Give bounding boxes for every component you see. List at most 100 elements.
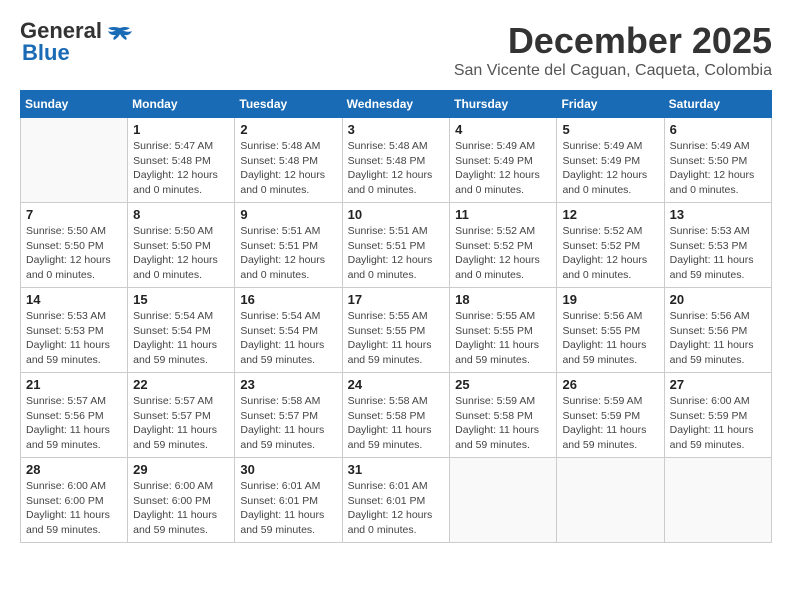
calendar-cell: 22 Sunrise: 5:57 AM Sunset: 5:57 PM Dayli…: [128, 373, 235, 458]
calendar-cell: 23Sunrise: 5:58 AM Sunset: 5:57 PM Dayli…: [235, 373, 342, 458]
day-info: Sunrise: 5:52 AM Sunset: 5:52 PM Dayligh…: [455, 224, 551, 283]
day-info: Sunrise: 6:00 AM Sunset: 5:59 PM Dayligh…: [670, 394, 766, 453]
calendar-cell: 8 Sunrise: 5:50 AM Sunset: 5:50 PM Daylig…: [128, 203, 235, 288]
week-row-2: 7 Sunrise: 5:50 AM Sunset: 5:50 PM Daylig…: [21, 203, 772, 288]
day-number: 7: [26, 207, 122, 222]
month-title: December 2025: [454, 20, 772, 62]
day-info: Sunrise: 5:49 AM Sunset: 5:49 PM Dayligh…: [455, 139, 551, 198]
day-info: Sunrise: 5:51 AM Sunset: 5:51 PM Dayligh…: [240, 224, 336, 283]
day-number: 8: [133, 207, 229, 222]
col-header-sunday: Sunday: [21, 91, 128, 118]
calendar-cell: 28 Sunrise: 6:00 AM Sunset: 6:00 PM Dayli…: [21, 458, 128, 543]
col-header-wednesday: Wednesday: [342, 91, 450, 118]
week-row-1: 1 Sunrise: 5:47 AM Sunset: 5:48 PM Daylig…: [21, 118, 772, 203]
calendar-cell: 4 Sunrise: 5:49 AM Sunset: 5:49 PM Daylig…: [450, 118, 557, 203]
day-number: 13: [670, 207, 766, 222]
day-info: Sunrise: 6:00 AM Sunset: 6:00 PM Dayligh…: [26, 479, 122, 538]
calendar-cell: 29Sunrise: 6:00 AM Sunset: 6:00 PM Dayli…: [128, 458, 235, 543]
day-number: 28: [26, 462, 122, 477]
day-number: 25: [455, 377, 551, 392]
day-info: Sunrise: 5:56 AM Sunset: 5:56 PM Dayligh…: [670, 309, 766, 368]
day-info: Sunrise: 5:48 AM Sunset: 5:48 PM Dayligh…: [348, 139, 445, 198]
calendar-cell: 24 Sunrise: 5:58 AM Sunset: 5:58 PM Dayli…: [342, 373, 450, 458]
day-number: 31: [348, 462, 445, 477]
calendar-cell: 17Sunrise: 5:55 AM Sunset: 5:55 PM Dayli…: [342, 288, 450, 373]
day-info: Sunrise: 5:52 AM Sunset: 5:52 PM Dayligh…: [562, 224, 658, 283]
day-number: 16: [240, 292, 336, 307]
day-info: Sunrise: 5:53 AM Sunset: 5:53 PM Dayligh…: [670, 224, 766, 283]
calendar-cell: 6Sunrise: 5:49 AM Sunset: 5:50 PM Daylig…: [664, 118, 771, 203]
page-header: GeneralBlue December 2025 San Vicente de…: [20, 20, 772, 80]
day-number: 4: [455, 122, 551, 137]
calendar-cell: [664, 458, 771, 543]
day-info: Sunrise: 5:54 AM Sunset: 5:54 PM Dayligh…: [133, 309, 229, 368]
day-number: 18: [455, 292, 551, 307]
title-block: December 2025 San Vicente del Caguan, Ca…: [454, 20, 772, 80]
day-info: Sunrise: 5:54 AM Sunset: 5:54 PM Dayligh…: [240, 309, 336, 368]
day-number: 10: [348, 207, 445, 222]
col-header-tuesday: Tuesday: [235, 91, 342, 118]
day-info: Sunrise: 5:50 AM Sunset: 5:50 PM Dayligh…: [133, 224, 229, 283]
day-info: Sunrise: 5:55 AM Sunset: 5:55 PM Dayligh…: [348, 309, 445, 368]
calendar-cell: 1 Sunrise: 5:47 AM Sunset: 5:48 PM Daylig…: [128, 118, 235, 203]
day-number: 19: [562, 292, 658, 307]
day-info: Sunrise: 5:57 AM Sunset: 5:56 PM Dayligh…: [26, 394, 122, 453]
day-number: 26: [562, 377, 658, 392]
calendar-cell: 31Sunrise: 6:01 AM Sunset: 6:01 PM Dayli…: [342, 458, 450, 543]
week-row-5: 28 Sunrise: 6:00 AM Sunset: 6:00 PM Dayli…: [21, 458, 772, 543]
day-info: Sunrise: 5:55 AM Sunset: 5:55 PM Dayligh…: [455, 309, 551, 368]
day-number: 20: [670, 292, 766, 307]
day-info: Sunrise: 5:56 AM Sunset: 5:55 PM Dayligh…: [562, 309, 658, 368]
calendar-cell: [21, 118, 128, 203]
calendar-cell: 30Sunrise: 6:01 AM Sunset: 6:01 PM Dayli…: [235, 458, 342, 543]
calendar-cell: 14Sunrise: 5:53 AM Sunset: 5:53 PM Dayli…: [21, 288, 128, 373]
day-number: 5: [562, 122, 658, 137]
logo-text: GeneralBlue: [20, 20, 102, 64]
day-info: Sunrise: 5:48 AM Sunset: 5:48 PM Dayligh…: [240, 139, 336, 198]
logo: GeneralBlue: [20, 20, 134, 64]
day-number: 9: [240, 207, 336, 222]
calendar-cell: 12 Sunrise: 5:52 AM Sunset: 5:52 PM Dayli…: [557, 203, 664, 288]
calendar-cell: 20 Sunrise: 5:56 AM Sunset: 5:56 PM Dayli…: [664, 288, 771, 373]
day-info: Sunrise: 5:49 AM Sunset: 5:49 PM Dayligh…: [562, 139, 658, 198]
calendar-cell: 13 Sunrise: 5:53 AM Sunset: 5:53 PM Dayli…: [664, 203, 771, 288]
calendar-cell: 26 Sunrise: 5:59 AM Sunset: 5:59 PM Dayli…: [557, 373, 664, 458]
calendar-cell: [557, 458, 664, 543]
day-info: Sunrise: 5:51 AM Sunset: 5:51 PM Dayligh…: [348, 224, 445, 283]
day-info: Sunrise: 5:59 AM Sunset: 5:59 PM Dayligh…: [562, 394, 658, 453]
day-number: 1: [133, 122, 229, 137]
calendar-cell: 3 Sunrise: 5:48 AM Sunset: 5:48 PM Daylig…: [342, 118, 450, 203]
col-header-saturday: Saturday: [664, 91, 771, 118]
calendar-table: SundayMondayTuesdayWednesdayThursdayFrid…: [20, 90, 772, 543]
day-number: 14: [26, 292, 122, 307]
col-header-monday: Monday: [128, 91, 235, 118]
day-info: Sunrise: 5:57 AM Sunset: 5:57 PM Dayligh…: [133, 394, 229, 453]
day-number: 12: [562, 207, 658, 222]
calendar-cell: 2 Sunrise: 5:48 AM Sunset: 5:48 PM Daylig…: [235, 118, 342, 203]
day-number: 24: [348, 377, 445, 392]
day-number: 6: [670, 122, 766, 137]
col-header-thursday: Thursday: [450, 91, 557, 118]
calendar-cell: 18 Sunrise: 5:55 AM Sunset: 5:55 PM Dayli…: [450, 288, 557, 373]
week-row-4: 21 Sunrise: 5:57 AM Sunset: 5:56 PM Dayli…: [21, 373, 772, 458]
week-row-3: 14Sunrise: 5:53 AM Sunset: 5:53 PM Dayli…: [21, 288, 772, 373]
calendar-cell: 10 Sunrise: 5:51 AM Sunset: 5:51 PM Dayli…: [342, 203, 450, 288]
day-info: Sunrise: 5:58 AM Sunset: 5:57 PM Dayligh…: [240, 394, 336, 453]
day-info: Sunrise: 5:47 AM Sunset: 5:48 PM Dayligh…: [133, 139, 229, 198]
day-info: Sunrise: 5:58 AM Sunset: 5:58 PM Dayligh…: [348, 394, 445, 453]
day-number: 21: [26, 377, 122, 392]
day-number: 30: [240, 462, 336, 477]
calendar-cell: 21 Sunrise: 5:57 AM Sunset: 5:56 PM Dayli…: [21, 373, 128, 458]
calendar-cell: 27 Sunrise: 6:00 AM Sunset: 5:59 PM Dayli…: [664, 373, 771, 458]
col-header-friday: Friday: [557, 91, 664, 118]
day-number: 27: [670, 377, 766, 392]
day-number: 15: [133, 292, 229, 307]
day-info: Sunrise: 5:50 AM Sunset: 5:50 PM Dayligh…: [26, 224, 122, 283]
day-number: 2: [240, 122, 336, 137]
day-number: 22: [133, 377, 229, 392]
day-number: 3: [348, 122, 445, 137]
calendar-cell: 16 Sunrise: 5:54 AM Sunset: 5:54 PM Dayli…: [235, 288, 342, 373]
calendar-cell: [450, 458, 557, 543]
day-info: Sunrise: 6:00 AM Sunset: 6:00 PM Dayligh…: [133, 479, 229, 538]
day-info: Sunrise: 5:59 AM Sunset: 5:58 PM Dayligh…: [455, 394, 551, 453]
